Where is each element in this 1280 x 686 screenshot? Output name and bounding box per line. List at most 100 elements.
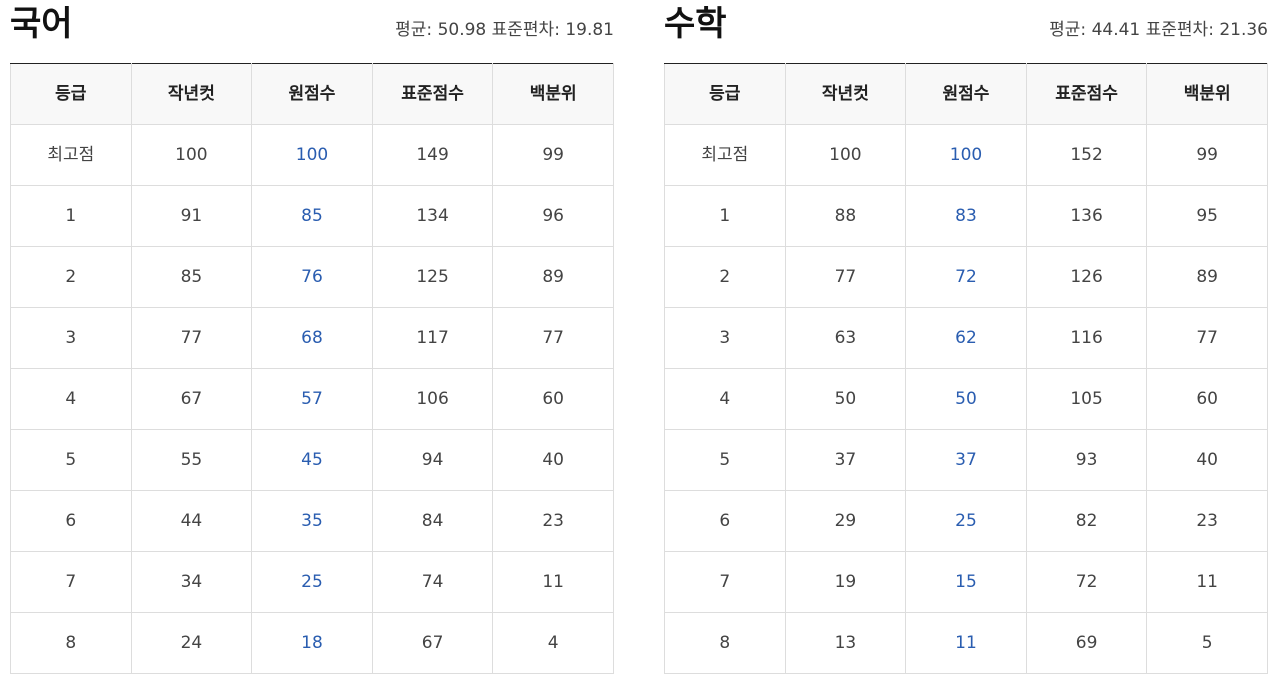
korean-header: 국어 평균: 50.98 표준편차: 19.81 (10, 0, 614, 63)
cell-raw-score: 57 (251, 368, 373, 430)
cell-percentile: 60 (1146, 368, 1268, 430)
cell-grade: 7 (664, 551, 786, 613)
math-grade-table: 등급 작년컷 원점수 표준점수 백분위 최고점 100 100 152 99 1 88 83 1… (664, 63, 1268, 674)
header-standard-score: 표준점수 (371, 63, 494, 125)
cell-standard-score: 152 (1025, 124, 1148, 186)
cell-last-year-cut: 63 (784, 307, 907, 369)
cell-standard-score: 117 (371, 307, 494, 369)
cell-grade: 1 (664, 185, 786, 247)
cell-last-year-cut: 37 (784, 429, 907, 491)
cell-grade: 8 (664, 612, 786, 674)
cell-raw-score: 18 (251, 612, 373, 674)
cell-last-year-cut: 29 (784, 490, 907, 552)
cell-last-year-cut: 13 (784, 612, 907, 674)
cell-percentile: 99 (1146, 124, 1268, 186)
korean-title: 국어 (10, 4, 73, 44)
cell-standard-score: 74 (371, 551, 494, 613)
cell-grade: 3 (664, 307, 786, 369)
cell-standard-score: 93 (1025, 429, 1148, 491)
cell-grade: 최고점 (10, 124, 132, 186)
cell-last-year-cut: 100 (784, 124, 907, 186)
cell-raw-score: 11 (905, 612, 1027, 674)
table-row: 3 77 68 117 77 (10, 307, 614, 369)
table-row: 2 77 72 126 89 (664, 246, 1268, 308)
cell-last-year-cut: 77 (784, 246, 907, 308)
header-last-year-cut: 작년컷 (784, 63, 907, 125)
table-row: 5 37 37 93 40 (664, 429, 1268, 491)
cell-raw-score: 68 (251, 307, 373, 369)
cell-last-year-cut: 88 (784, 185, 907, 247)
cell-percentile: 95 (1146, 185, 1268, 247)
cell-percentile: 77 (1146, 307, 1268, 369)
cell-standard-score: 84 (371, 490, 494, 552)
cell-percentile: 4 (492, 612, 614, 674)
cell-last-year-cut: 100 (130, 124, 253, 186)
cell-standard-score: 116 (1025, 307, 1148, 369)
cell-last-year-cut: 24 (130, 612, 253, 674)
cell-raw-score: 62 (905, 307, 1027, 369)
cell-raw-score: 25 (905, 490, 1027, 552)
cell-standard-score: 69 (1025, 612, 1148, 674)
table-row: 2 85 76 125 89 (10, 246, 614, 308)
header-raw-score: 원점수 (905, 63, 1027, 125)
cell-grade: 3 (10, 307, 132, 369)
table-row: 최고점 100 100 152 99 (664, 124, 1268, 186)
header-percentile: 백분위 (492, 63, 614, 125)
cell-percentile: 23 (492, 490, 614, 552)
header-percentile: 백분위 (1146, 63, 1268, 125)
cell-last-year-cut: 50 (784, 368, 907, 430)
math-panel: 수학 평균: 44.41 표준편차: 21.36 등급 작년컷 원점수 표준점수… (664, 0, 1268, 674)
table-row: 6 44 35 84 23 (10, 490, 614, 552)
cell-standard-score: 136 (1025, 185, 1148, 247)
cell-grade: 5 (10, 429, 132, 491)
cell-raw-score: 50 (905, 368, 1027, 430)
header-grade: 등급 (664, 63, 786, 125)
cell-standard-score: 67 (371, 612, 494, 674)
cell-raw-score: 37 (905, 429, 1027, 491)
cell-percentile: 77 (492, 307, 614, 369)
cell-percentile: 99 (492, 124, 614, 186)
cell-raw-score: 100 (251, 124, 373, 186)
table-header-row: 등급 작년컷 원점수 표준점수 백분위 (664, 63, 1268, 125)
table-row: 최고점 100 100 149 99 (10, 124, 614, 186)
cell-last-year-cut: 55 (130, 429, 253, 491)
cell-percentile: 11 (492, 551, 614, 613)
cell-raw-score: 100 (905, 124, 1027, 186)
cell-grade: 1 (10, 185, 132, 247)
cell-grade: 4 (664, 368, 786, 430)
table-header-row: 등급 작년컷 원점수 표준점수 백분위 (10, 63, 614, 125)
korean-panel: 국어 평균: 50.98 표준편차: 19.81 등급 작년컷 원점수 표준점수… (10, 0, 614, 674)
korean-stats: 평균: 50.98 표준편차: 19.81 (395, 20, 614, 40)
cell-standard-score: 72 (1025, 551, 1148, 613)
cell-last-year-cut: 44 (130, 490, 253, 552)
math-title: 수학 (664, 4, 727, 44)
cell-standard-score: 134 (371, 185, 494, 247)
cell-grade: 5 (664, 429, 786, 491)
table-row: 1 88 83 136 95 (664, 185, 1268, 247)
cell-grade: 7 (10, 551, 132, 613)
cell-raw-score: 72 (905, 246, 1027, 308)
table-row: 5 55 45 94 40 (10, 429, 614, 491)
cell-raw-score: 76 (251, 246, 373, 308)
cell-grade: 최고점 (664, 124, 786, 186)
table-row: 6 29 25 82 23 (664, 490, 1268, 552)
table-row: 1 91 85 134 96 (10, 185, 614, 247)
cell-grade: 6 (664, 490, 786, 552)
cell-grade: 6 (10, 490, 132, 552)
cell-percentile: 89 (492, 246, 614, 308)
cell-grade: 4 (10, 368, 132, 430)
cell-standard-score: 82 (1025, 490, 1148, 552)
table-row: 4 50 50 105 60 (664, 368, 1268, 430)
header-standard-score: 표준점수 (1025, 63, 1148, 125)
cell-standard-score: 105 (1025, 368, 1148, 430)
header-grade: 등급 (10, 63, 132, 125)
header-raw-score: 원점수 (251, 63, 373, 125)
cell-percentile: 40 (1146, 429, 1268, 491)
math-stats: 평균: 44.41 표준편차: 21.36 (1049, 20, 1268, 40)
cell-raw-score: 25 (251, 551, 373, 613)
cell-raw-score: 15 (905, 551, 1027, 613)
cell-standard-score: 125 (371, 246, 494, 308)
cell-percentile: 40 (492, 429, 614, 491)
cell-grade: 2 (664, 246, 786, 308)
cell-standard-score: 126 (1025, 246, 1148, 308)
